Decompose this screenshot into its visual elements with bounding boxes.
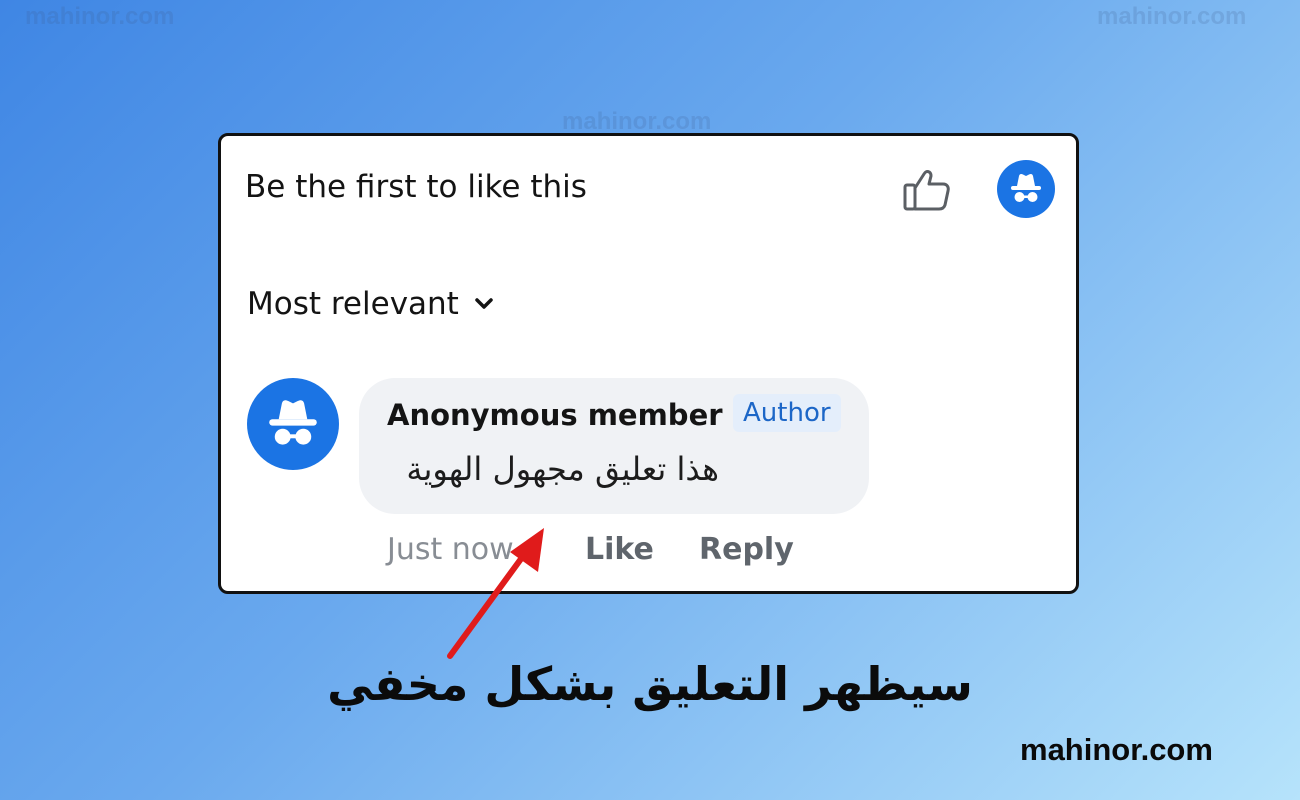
author-badge: Author [733,394,841,432]
incognito-icon [997,160,1055,218]
account-avatar-button[interactable] [997,160,1055,218]
comment-bubble: Anonymous member Author هذا تعليق مجهول … [359,378,869,514]
caption-text: سيظهر التعليق بشكل مخفي [327,657,973,711]
watermark-top-right: mahinor.com [1097,3,1247,30]
comment-reply-button[interactable]: Reply [699,532,794,567]
commenter-avatar[interactable] [247,378,339,470]
watermark-center: mahinor.com [562,108,712,135]
comment-like-button[interactable]: Like [585,532,654,567]
thumbs-up-icon [903,170,950,211]
red-arrow-annotation [447,528,544,659]
chevron-down-icon [475,298,493,309]
reaction-summary: Be the first to like this [245,169,587,205]
incognito-icon [247,378,339,470]
comments-panel: Be the first to like this Most relevant [218,133,1079,594]
comment-text: هذا تعليق مجهول الهوية [406,450,719,488]
comment-author-name[interactable]: Anonymous member [387,398,723,432]
like-button[interactable] [899,161,955,217]
watermark-bottom-right: mahinor.com [1020,732,1213,767]
sort-dropdown[interactable]: Most relevant [247,286,495,322]
sort-label: Most relevant [247,286,459,322]
watermark-top-left: mahinor.com [25,3,175,30]
